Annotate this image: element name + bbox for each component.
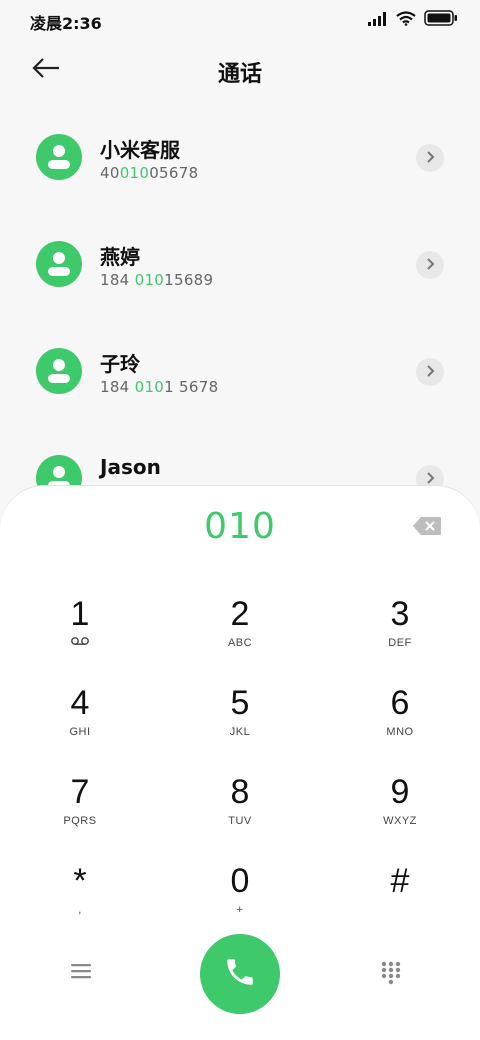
key-8[interactable]: 8 TUV — [160, 772, 320, 858]
contact-detail-button[interactable] — [416, 358, 444, 386]
dialed-number: 010 — [204, 506, 276, 547]
key-letters: GHI — [69, 726, 91, 738]
key-2[interactable]: 2 ABC — [160, 594, 320, 680]
key-1[interactable]: 1 — [0, 594, 160, 680]
status-icons — [368, 10, 458, 30]
phone-screen: 凌晨2:36 通话 小米客服 4001005678 燕婷 184 0101568… — [0, 0, 480, 1040]
contact-row[interactable]: 小米客服 4001005678 — [0, 104, 480, 211]
contact-name: Jason — [100, 455, 161, 479]
key-digit: 0 — [230, 862, 250, 900]
contact-row[interactable]: 燕婷 184 01015689 — [0, 211, 480, 318]
number-match: 010 — [134, 271, 165, 289]
phone-icon — [223, 955, 257, 993]
chevron-right-icon — [424, 149, 436, 168]
key-4[interactable]: 4 GHI — [0, 683, 160, 769]
bottom-bar — [0, 934, 480, 1018]
key-letters: WXYZ — [383, 815, 417, 827]
contact-number: 184 01015689 — [100, 271, 214, 289]
key-letters: TUV — [228, 815, 252, 827]
key-letters: ABC — [227, 637, 253, 649]
page-title: 通话 — [217, 62, 262, 87]
number-match: 010 — [134, 378, 165, 396]
key-digit: 8 — [230, 773, 250, 811]
avatar — [36, 348, 82, 394]
key-digit: 1 — [70, 595, 90, 633]
chevron-right-icon — [424, 256, 436, 275]
status-time: 凌晨2:36 — [30, 14, 102, 33]
contact-name: 燕婷 — [100, 245, 140, 269]
battery-icon — [424, 10, 458, 30]
key-letters: DEF — [388, 637, 412, 649]
key-digit: 5 — [230, 684, 250, 722]
contact-number: 4001005678 — [100, 164, 199, 182]
contact-name: 小米客服 — [100, 138, 180, 162]
voicemail-icon — [0, 636, 160, 650]
avatar — [36, 134, 82, 180]
key-digit: 2 — [230, 595, 250, 633]
key-letters: PQRS — [63, 815, 97, 827]
key-letters: JKL — [229, 726, 251, 738]
backspace-button[interactable] — [412, 516, 442, 538]
key-7[interactable]: 7 PQRS — [0, 772, 160, 858]
contact-row[interactable]: 子玲 184 0101 5678 — [0, 318, 480, 425]
key-letters: MNO — [386, 726, 414, 738]
dialpad-panel: 010 1 2 ABC 3 DEF 4 GHI 5 JKL 6 MNO 7 PQ… — [0, 486, 480, 1040]
contact-list: 小米客服 4001005678 燕婷 184 01015689 子玲 184 0… — [0, 104, 480, 532]
keypad-icon — [380, 961, 402, 990]
keypad-toggle-button[interactable] — [380, 960, 410, 990]
contact-detail-button[interactable] — [416, 144, 444, 172]
call-button[interactable] — [200, 934, 280, 1014]
key-letters: + — [236, 904, 244, 916]
person-icon — [36, 145, 82, 184]
key-digit: * — [73, 862, 87, 900]
key-digit: 7 — [70, 773, 90, 811]
key-digit: # — [390, 862, 410, 900]
key-digit: 4 — [70, 684, 90, 722]
backspace-icon — [412, 517, 442, 540]
chevron-right-icon — [424, 363, 436, 382]
contact-detail-button[interactable] — [416, 251, 444, 279]
signal-icon — [368, 11, 388, 30]
contact-number: 184 0101 5678 — [100, 378, 219, 396]
status-bar: 凌晨2:36 — [0, 0, 480, 42]
key-3[interactable]: 3 DEF — [320, 594, 480, 680]
contact-name: 子玲 — [100, 352, 140, 376]
person-icon — [36, 252, 82, 291]
key-digit: 3 — [390, 595, 410, 633]
key-letters: , — [78, 904, 82, 916]
person-icon — [36, 359, 82, 398]
key-6[interactable]: 6 MNO — [320, 683, 480, 769]
key-digit: 6 — [390, 684, 410, 722]
number-match: 010 — [119, 164, 150, 182]
menu-icon — [70, 964, 92, 984]
key-9[interactable]: 9 WXYZ — [320, 772, 480, 858]
key-digit: 9 — [390, 773, 410, 811]
menu-button[interactable] — [70, 962, 100, 988]
header: 通话 — [0, 42, 480, 98]
wifi-icon — [396, 10, 416, 30]
key-5[interactable]: 5 JKL — [160, 683, 320, 769]
avatar — [36, 241, 82, 287]
